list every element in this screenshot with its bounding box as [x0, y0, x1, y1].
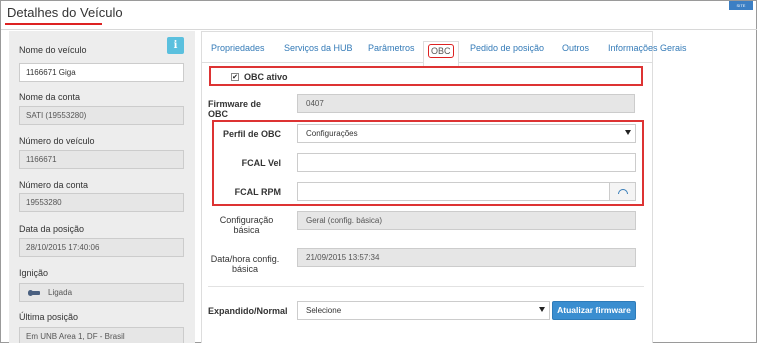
- vehicle-number-label: Número do veículo: [19, 136, 95, 146]
- vehicle-name-label: Nome do veículo: [19, 45, 87, 55]
- tab-obc-label: OBC: [428, 44, 454, 58]
- section-divider: [208, 286, 644, 287]
- account-number-field: 19553280: [19, 193, 184, 212]
- expand-mode-value: Selecione: [306, 306, 342, 315]
- fcal-rpm-input[interactable]: [297, 182, 636, 201]
- basic-config-datetime-label: Data/hora config. básica: [206, 254, 284, 274]
- basic-config-datetime-field: 21/09/2015 13:57:34: [297, 248, 636, 267]
- ignition-label: Ignição: [19, 268, 49, 278]
- basic-config-label: Configuração básica: [212, 215, 281, 235]
- tab-informacoes-gerais[interactable]: Informações Gerais: [608, 43, 687, 53]
- key-icon: [28, 289, 40, 296]
- title-divider: [1, 29, 757, 30]
- obc-active-checkbox[interactable]: ✔: [231, 73, 239, 81]
- obc-profile-label: Perfil de OBC: [222, 129, 281, 139]
- position-date-label: Data da posição: [19, 224, 85, 234]
- tab-propriedades[interactable]: Propriedades: [211, 43, 265, 53]
- tab-parametros[interactable]: Parâmetros: [368, 43, 415, 53]
- dropdown-caret-icon: [625, 130, 631, 135]
- basic-config-label-line1: Configuração: [219, 215, 274, 225]
- details-panel: Propriedades Serviços da HUB Parâmetros …: [201, 31, 687, 343]
- obc-profile-value: Configurações: [306, 129, 358, 138]
- obc-active-label: OBC ativo: [244, 72, 288, 82]
- fcal-rpm-gauge-button[interactable]: [609, 183, 635, 200]
- window-title: Detalhes do Veículo: [7, 5, 123, 20]
- title-underline: [5, 23, 102, 25]
- tab-servicos-hub[interactable]: Serviços da HUB: [284, 43, 353, 53]
- vehicle-summary-panel: i Nome do veículo 1166671 Giga Nome da c…: [9, 31, 195, 343]
- vehicle-name-field[interactable]: 1166671 Giga: [19, 63, 184, 82]
- vehicle-details-window: Detalhes do Veículo SITE i Nome do veícu…: [0, 0, 757, 343]
- last-position-field: Em UNB Area 1, DF - Brasil: [19, 327, 184, 343]
- tab-obc[interactable]: OBC: [423, 41, 459, 67]
- corner-logo: SITE: [729, 1, 753, 10]
- ignition-value: Ligada: [48, 288, 73, 297]
- last-position-label: Última posição: [19, 312, 79, 322]
- ignition-field: Ligada: [19, 283, 184, 302]
- obc-profile-select[interactable]: Configurações: [297, 124, 636, 143]
- tab-pedido-posicao[interactable]: Pedido de posição: [470, 43, 544, 53]
- expand-mode-select[interactable]: Selecione: [297, 301, 550, 320]
- expand-mode-label: Expandido/Normal: [208, 306, 288, 316]
- account-name-field: SATI (19553280): [19, 106, 184, 125]
- basic-config-field: Geral (config. básica): [297, 211, 636, 230]
- vehicle-number-field: 1166671: [19, 150, 184, 169]
- update-firmware-button[interactable]: Atualizar firmware: [552, 301, 636, 320]
- fcal-vel-label: FCAL Vel: [241, 158, 281, 168]
- firmware-field: 0407: [297, 94, 635, 113]
- position-date-field: 28/10/2015 17:40:06: [19, 238, 184, 257]
- tab-outros[interactable]: Outros: [562, 43, 589, 53]
- firmware-label: Firmware de OBC: [208, 99, 262, 119]
- basic-config-label-line2: básica: [233, 225, 260, 235]
- account-name-label: Nome da conta: [19, 92, 81, 102]
- dropdown-caret-icon: [539, 307, 545, 312]
- datetime-label-line2: básica: [231, 264, 258, 274]
- info-icon[interactable]: i: [167, 37, 184, 54]
- fcal-vel-input[interactable]: [297, 153, 636, 172]
- gauge-icon: [618, 189, 628, 194]
- datetime-label-line1: Data/hora config.: [210, 254, 280, 264]
- account-number-label: Número da conta: [19, 180, 89, 190]
- fcal-rpm-label: FCAL RPM: [234, 187, 281, 197]
